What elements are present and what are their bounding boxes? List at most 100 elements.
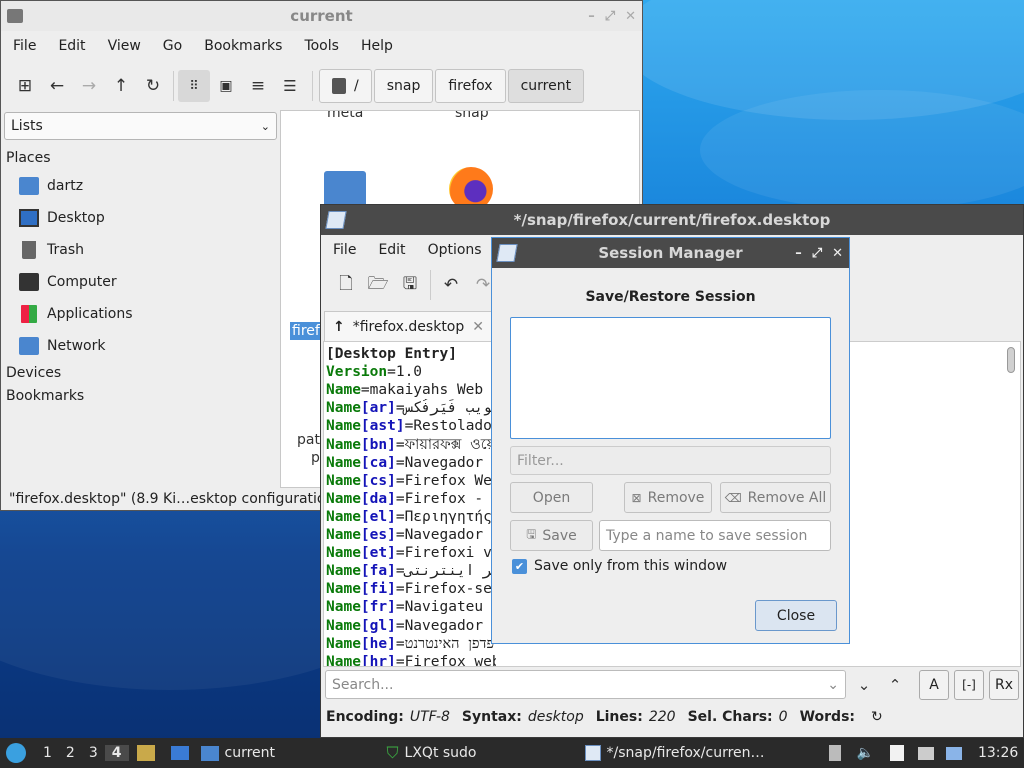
volume-icon[interactable]: 🔈 [857,745,874,761]
breadcrumb-snap[interactable]: snap [373,69,434,103]
applications-icon [21,305,37,323]
find-next-icon[interactable]: ⌄ [848,669,880,701]
editor-scrollbar[interactable] [1007,347,1015,373]
close-tab-icon[interactable]: ✕ [472,319,484,335]
sidebar-item-dartz[interactable]: dartz [19,172,83,200]
new-tab-icon[interactable]: ⊞ [9,70,41,102]
session-name-input[interactable]: Type a name to save session [599,520,831,551]
forward-icon[interactable]: → [73,70,105,102]
back-icon[interactable]: ← [41,70,73,102]
icon-view-icon[interactable]: ⠿ [178,70,210,102]
file-manager-launcher-icon[interactable] [136,745,155,761]
menu-file[interactable]: File [2,38,47,54]
start-menu-icon[interactable] [6,743,26,763]
clipboard-icon[interactable] [828,745,841,761]
desktop-4[interactable]: 4 [104,745,129,761]
search-input[interactable]: Search... ⌄ [325,670,846,699]
network-tray-icon[interactable] [917,746,934,760]
file-label-meta[interactable]: meta [327,111,363,121]
clock[interactable]: 13:26 [978,745,1018,761]
close-icon[interactable]: ✕ [625,9,636,24]
task-lxqt-sudo[interactable]: ⛉ LXQt sudo [387,743,585,763]
filter-input[interactable]: Filter... [510,446,831,475]
tab-firefox-desktop[interactable]: ↑ *firefox.desktop ✕ [324,311,492,341]
regex-toggle[interactable]: Rx [989,670,1019,700]
thumbnail-view-icon[interactable]: ▣ [210,70,242,102]
menu-edit[interactable]: Edit [367,242,416,258]
section-places: Places [6,150,51,166]
maximize-icon[interactable]: ⤢ [605,9,615,24]
breadcrumb-current[interactable]: current [507,69,585,103]
menu-edit[interactable]: Edit [47,38,96,54]
text-editor-titlebar[interactable]: */snap/firefox/current/firefox.desktop [321,205,1023,235]
up-icon[interactable]: ↑ [105,70,137,102]
minimize-icon[interactable]: – [588,9,595,24]
remove-button[interactable]: ⊠ Remove [624,482,712,513]
editor-statusbar: Encoding: UTF-8 Syntax: desktop Lines: 220 … [326,709,883,725]
menu-go[interactable]: Go [152,38,193,54]
match-case-toggle[interactable]: A [919,670,949,700]
open-button[interactable]: Open [510,482,593,513]
menu-file[interactable]: File [322,242,367,258]
whole-word-toggle[interactable]: [-] [954,670,984,700]
remove-all-button[interactable]: ⌫ Remove All [720,482,831,513]
session-list[interactable] [510,317,831,439]
save-button[interactable]: 🖫 Save [510,520,593,551]
task-text-editor[interactable]: */snap/firefox/curren… [584,745,821,761]
task-current[interactable]: current [197,745,387,761]
text-editor-icon [325,211,347,229]
desktop-1[interactable]: 1 [36,745,59,761]
maximize-icon[interactable]: ⤢ [812,246,822,261]
close-button[interactable]: Close [755,600,837,631]
dialog-heading: Save/Restore Session [585,289,756,305]
compact-view-icon[interactable]: ≡ [242,70,274,102]
desktop-2[interactable]: 2 [59,745,82,761]
reload-icon[interactable]: ↻ [137,70,169,102]
menu-tools[interactable]: Tools [293,38,350,54]
sidebar-item-applications[interactable]: Applications [19,300,133,328]
file-manager-titlebar[interactable]: current – ⤢ ✕ [1,1,642,31]
remove-icon: ⊠ [631,490,642,505]
file-label-snap[interactable]: snap [455,111,489,121]
notes-icon[interactable] [889,745,904,761]
trash-icon [22,241,36,259]
save-icon[interactable]: 🖫 [394,269,426,301]
breadcrumb-root[interactable]: / [319,69,372,103]
session-manager-titlebar[interactable]: Session Manager – ⤢ ✕ [492,238,849,268]
sidebar-item-computer[interactable]: Computer [19,268,117,296]
detailed-view-icon[interactable]: ☰ [274,70,306,102]
menu-bookmarks[interactable]: Bookmarks [193,38,293,54]
find-previous-icon[interactable]: ⌃ [879,669,911,701]
show-desktop-icon[interactable] [170,746,189,760]
close-icon[interactable]: ✕ [832,246,843,261]
menu-view[interactable]: View [97,38,152,54]
desktop-3[interactable]: 3 [82,745,105,761]
undo-icon[interactable]: ↶ [435,269,467,301]
update-icon[interactable] [945,746,962,760]
sidebar-item-desktop[interactable]: Desktop [19,204,105,232]
folder-icon [200,745,219,761]
sidebar-item-network[interactable]: Network [19,332,105,360]
drive-icon [332,78,346,94]
folder-icon [7,9,23,23]
menu-options[interactable]: Options [417,242,493,258]
section-devices: Devices [6,365,62,381]
dialog-title: Session Manager [598,244,743,262]
clear-icon: ⌫ [724,490,742,505]
open-folder-icon[interactable]: 🗁 [362,269,394,301]
refresh-words-icon[interactable]: ↻ [871,709,883,725]
new-document-icon[interactable]: 🗋 [330,269,362,301]
menu-help[interactable]: Help [350,38,404,54]
breadcrumb-firefox[interactable]: firefox [435,69,506,103]
home-folder-icon [19,177,39,195]
chevron-down-icon[interactable]: ⌄ [827,677,839,693]
text-editor-icon [584,745,601,761]
file-label-firefox[interactable]: firef [290,322,322,340]
sidebar-item-trash[interactable]: Trash [19,236,84,264]
save-only-window-checkbox[interactable]: ✔ Save only from this window [512,558,727,574]
section-bookmarks: Bookmarks [6,388,85,404]
file-manager-menubar: File Edit View Go Bookmarks Tools Help [1,31,642,61]
view-select[interactable]: Lists ⌄ [4,112,277,140]
file-label-p[interactable]: p [311,450,320,466]
minimize-icon[interactable]: – [795,246,802,261]
